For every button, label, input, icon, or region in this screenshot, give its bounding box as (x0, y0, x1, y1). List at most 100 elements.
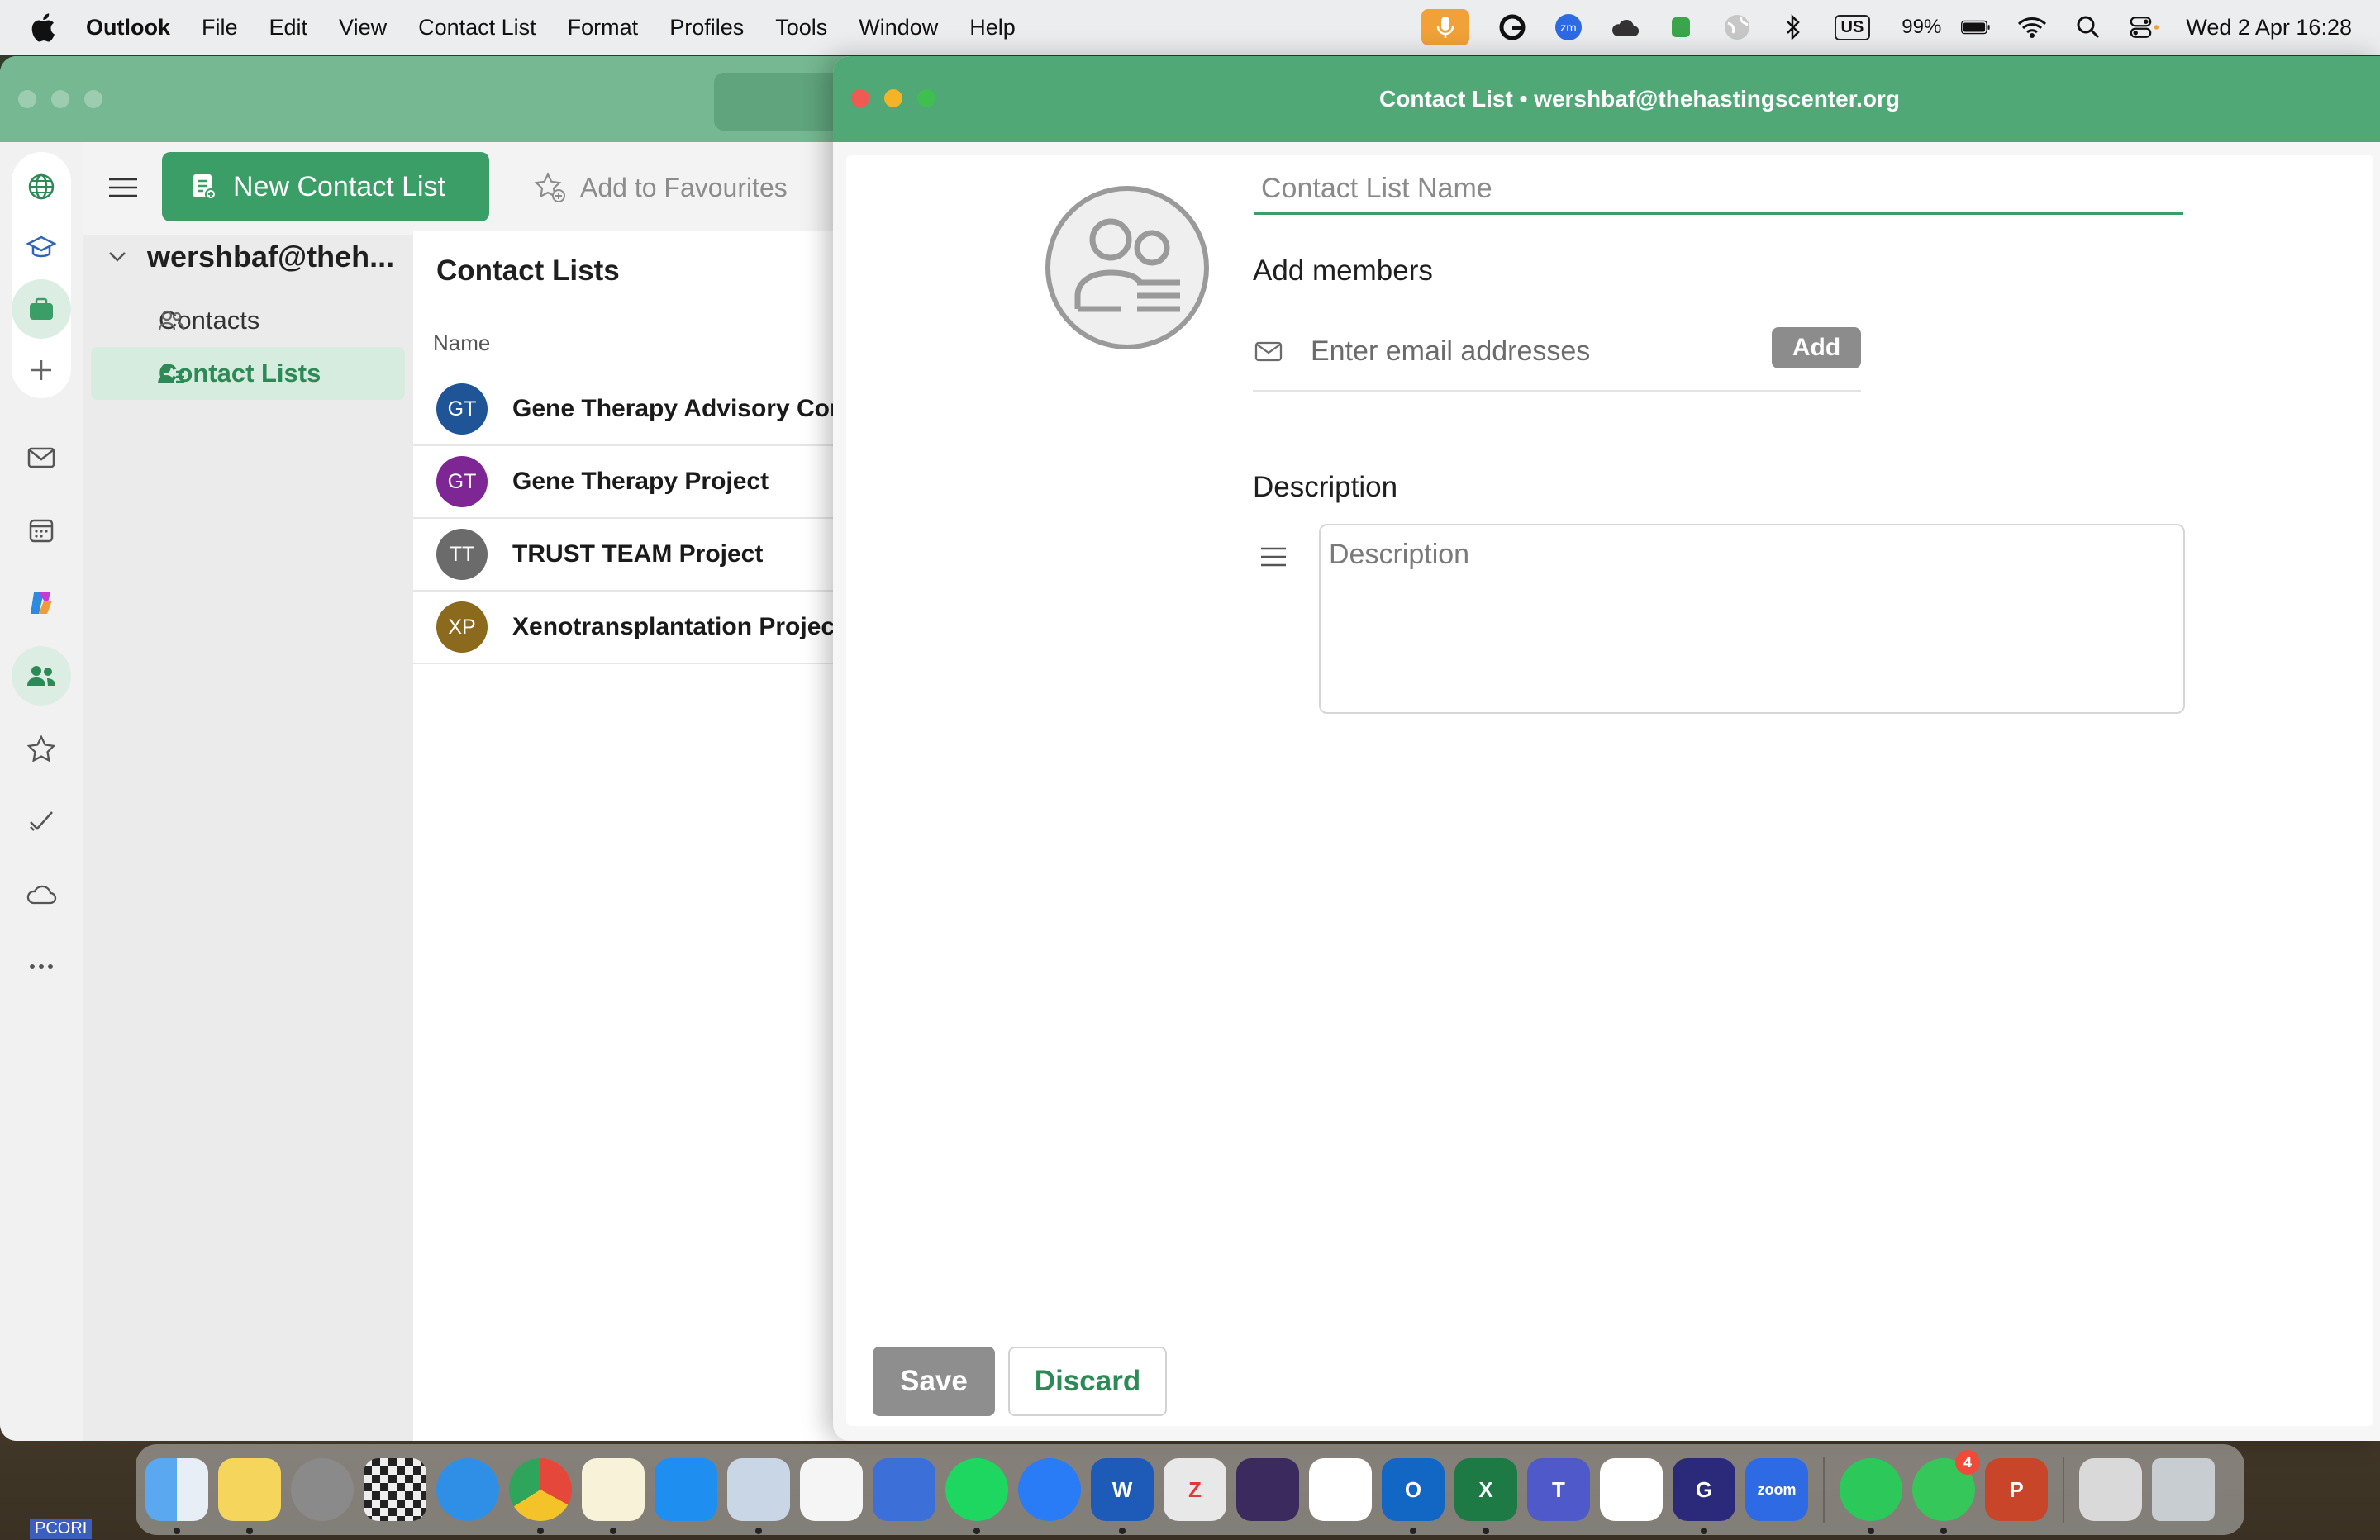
obsidian-icon[interactable] (1236, 1458, 1299, 1521)
new-contact-list-label: New Contact List (233, 170, 445, 202)
spotify-icon[interactable] (945, 1458, 1008, 1534)
menu-tools[interactable]: Tools (775, 15, 827, 40)
outlook-dock-icon[interactable]: O (1382, 1458, 1445, 1534)
todo-check-icon[interactable] (25, 805, 58, 838)
desktop-folder-label[interactable]: PCORI (30, 1519, 93, 1539)
notes-icon[interactable] (582, 1458, 645, 1534)
people-icon[interactable] (12, 646, 71, 706)
teams-icon[interactable]: T (1527, 1458, 1590, 1521)
messages-icon[interactable]: 4 (1912, 1450, 1980, 1534)
zoom-dock-icon[interactable]: zoom (1745, 1458, 1808, 1521)
save-button[interactable]: Save (873, 1347, 995, 1416)
word-icon[interactable]: W (1091, 1458, 1154, 1534)
folder-contacts[interactable]: Contacts (91, 294, 405, 347)
cloud-status-icon[interactable] (1610, 12, 1640, 42)
description-label: Description (1253, 471, 1398, 503)
add-to-favourites-label: Add to Favourites (580, 172, 788, 202)
work-account-icon[interactable] (12, 279, 71, 339)
list-item-name: TRUST TEAM Project (512, 540, 764, 568)
grammarly-icon[interactable] (1497, 12, 1527, 42)
account-email: wershbaf@theh... (147, 240, 395, 273)
contact-list-name-input[interactable] (1254, 165, 2183, 215)
trash-icon[interactable] (2152, 1458, 2215, 1521)
copilot-icon[interactable] (25, 587, 58, 620)
spotlight-search-icon[interactable] (2073, 12, 2103, 42)
menu-contact-list[interactable]: Contact List (418, 15, 536, 40)
chevron-down-icon[interactable] (107, 250, 127, 264)
preview-icon[interactable] (727, 1458, 790, 1534)
excel-icon[interactable]: X (1454, 1458, 1517, 1534)
more-apps-icon[interactable] (25, 950, 58, 983)
mail-icon[interactable] (25, 441, 58, 474)
microphone-icon[interactable] (1421, 9, 1469, 45)
menu-app-name[interactable]: Outlook (86, 15, 170, 40)
chatgpt-icon[interactable] (1600, 1458, 1663, 1521)
stickies-icon[interactable] (218, 1458, 281, 1534)
list-item-name: Gene Therapy Advisory Comm (512, 395, 874, 422)
menu-profiles[interactable]: Profiles (669, 15, 744, 40)
add-to-favourites-button[interactable]: Add to Favourites (534, 165, 788, 210)
safari-icon[interactable] (436, 1458, 499, 1521)
bluetooth-icon[interactable] (1778, 12, 1808, 42)
add-member-button[interactable]: Add (1772, 327, 1861, 368)
window-close-button[interactable] (18, 90, 36, 108)
calendar-icon[interactable] (25, 514, 58, 547)
add-account-icon[interactable] (25, 354, 58, 387)
list-item-name: Xenotransplantation Project (512, 613, 844, 640)
whatsapp-icon[interactable] (1840, 1458, 1902, 1534)
evernote-status-icon[interactable] (1666, 12, 1696, 42)
powerpoint-icon[interactable]: P (1985, 1458, 2048, 1521)
svg-text:zm: zm (1560, 22, 1577, 35)
chess-icon[interactable] (364, 1458, 426, 1521)
wifi-icon[interactable] (2017, 12, 2047, 42)
zotero-icon[interactable]: Z (1164, 1458, 1226, 1521)
battery-icon[interactable] (1961, 12, 1991, 42)
discard-button[interactable]: Discard (1008, 1347, 1167, 1416)
system-settings-icon[interactable] (291, 1458, 354, 1521)
list-item[interactable]: GT Gene Therapy Advisory Comm (413, 373, 873, 446)
globe-status-icon[interactable] (1722, 12, 1752, 42)
star-add-icon (534, 172, 565, 202)
menu-edit[interactable]: Edit (269, 15, 308, 40)
favourites-star-icon[interactable] (25, 732, 58, 765)
dock-separator (1823, 1457, 1825, 1523)
finder-icon[interactable] (145, 1458, 208, 1534)
globe-icon[interactable] (25, 170, 58, 203)
account-folder[interactable]: wershbaf@theh... (107, 240, 394, 274)
menu-format[interactable]: Format (568, 15, 639, 40)
new-contact-list-icon (193, 174, 217, 200)
window-minimize-button[interactable] (51, 90, 69, 108)
folder-contact-lists[interactable]: Contact Lists (91, 347, 405, 400)
slack-icon[interactable] (1309, 1458, 1372, 1521)
school-account-icon[interactable] (25, 231, 58, 264)
menu-help[interactable]: Help (969, 15, 1016, 40)
menu-file[interactable]: File (202, 15, 238, 40)
messenger-icon[interactable] (1018, 1458, 1081, 1521)
list-item[interactable]: GT Gene Therapy Project (413, 446, 851, 519)
hamburger-menu-icon[interactable] (109, 177, 137, 198)
window-zoom-button[interactable] (84, 90, 102, 108)
contact-list-avatar-icon[interactable] (1045, 185, 1210, 350)
apple-menu-icon[interactable] (28, 11, 61, 44)
app-store-icon[interactable] (654, 1458, 717, 1521)
control-center-icon[interactable] (2130, 12, 2159, 42)
chrome-icon[interactable] (509, 1458, 572, 1534)
pencil-app-icon[interactable] (873, 1458, 935, 1521)
downloads-stack-icon[interactable] (2079, 1458, 2142, 1521)
zoom-status-icon[interactable]: zm (1554, 12, 1583, 42)
column-header-name[interactable]: Name (433, 330, 490, 356)
avatar: GT (436, 456, 488, 507)
list-item[interactable]: TT TRUST TEAM Project (413, 519, 851, 592)
keyboard-layout[interactable]: US (1834, 14, 1871, 40)
search-box[interactable] (714, 73, 851, 131)
menu-view[interactable]: View (339, 15, 387, 40)
grammarly-dock-icon[interactable]: G (1673, 1458, 1735, 1534)
new-contact-list-button[interactable]: New Contact List (162, 152, 489, 221)
email-addresses-input[interactable] (1311, 329, 1757, 373)
onedrive-cloud-icon[interactable] (25, 877, 58, 910)
reminders-icon[interactable] (800, 1458, 863, 1521)
list-item[interactable]: XP Xenotransplantation Project (413, 592, 851, 664)
description-textarea[interactable] (1319, 524, 2185, 714)
clock[interactable]: Wed 2 Apr 16:28 (2186, 15, 2352, 40)
menu-window[interactable]: Window (859, 15, 938, 40)
